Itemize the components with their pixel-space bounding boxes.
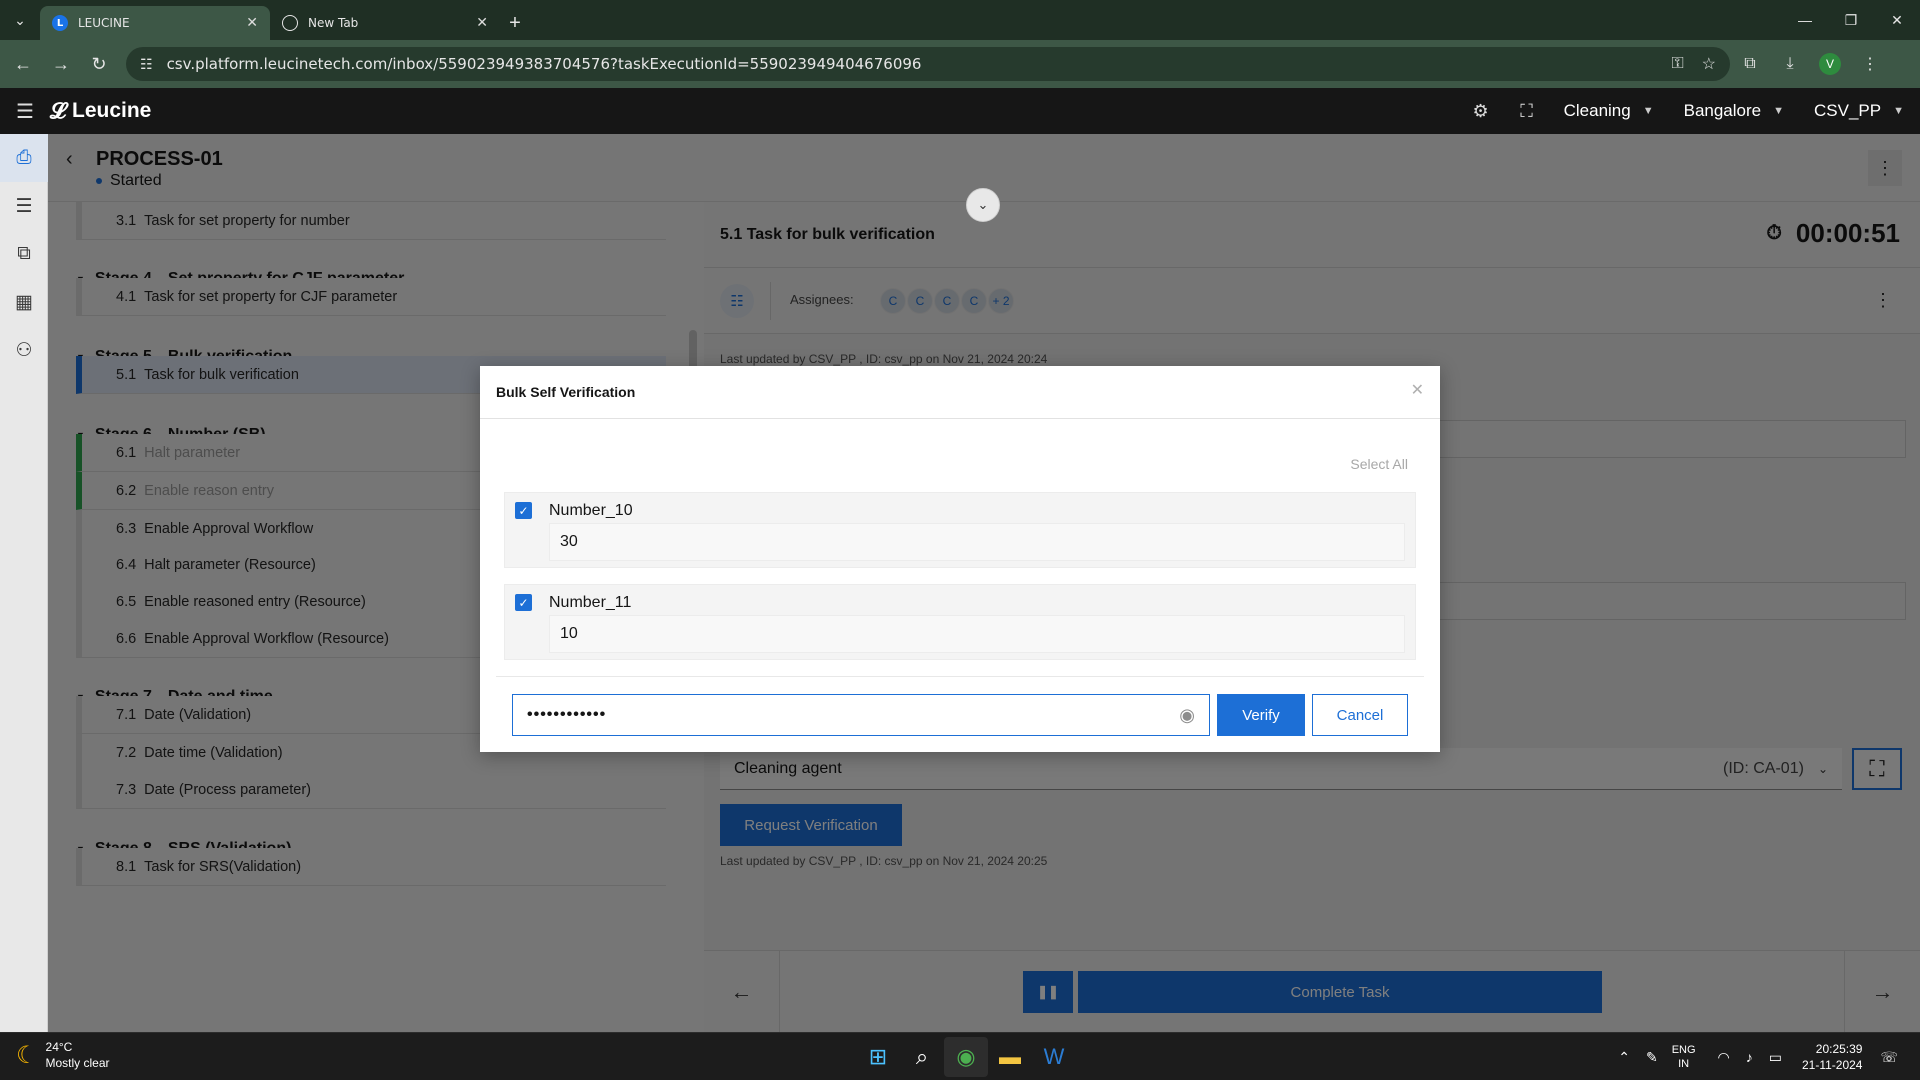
- taskbar-apps: ⊞ ⌕ ◉ ▬ W: [856, 1033, 1076, 1080]
- parameter-value: 10: [549, 615, 1405, 653]
- weather-widget[interactable]: ☾ 24°C Mostly clear: [16, 1039, 110, 1071]
- eye-icon[interactable]: ◉: [1179, 705, 1195, 726]
- brand-logo: 𝓛 Leucine: [50, 98, 151, 124]
- url-text[interactable]: csv.platform.leucinetech.com/inbox/55902…: [167, 55, 1654, 73]
- pen-menu-icon[interactable]: ✎: [1646, 1049, 1658, 1066]
- weather-text: Mostly clear: [45, 1056, 110, 1070]
- hamburger-menu-icon[interactable]: ☰: [0, 99, 50, 124]
- app-header: ☰ 𝓛 Leucine ⚙ ⛶ Cleaning ▼ Bangalore ▼ CSV…: [0, 88, 1920, 134]
- calendar-icon[interactable]: ▦: [0, 278, 48, 326]
- scan-icon[interactable]: ⛶: [1504, 101, 1550, 122]
- moon-cloud-icon: ☾: [16, 1041, 38, 1069]
- chevron-up-icon[interactable]: ⌃: [1618, 1049, 1630, 1066]
- parameter-name: Number_10: [549, 502, 633, 519]
- extensions-icon[interactable]: ⧉: [1730, 47, 1770, 81]
- os-taskbar: ☾ 24°C Mostly clear ⊞ ⌕ ◉ ▬ W ⌃ ✎ ENG IN…: [0, 1032, 1920, 1080]
- browser-menu-icon[interactable]: ⋮: [1850, 47, 1890, 81]
- window-controls: — ❐ ✕: [1782, 0, 1920, 40]
- browser-tab-bar: ⌄ L LEUCINE ✕ New Tab ✕ + — ❐ ✕: [0, 0, 1920, 40]
- reload-icon[interactable]: ↻: [84, 49, 114, 79]
- tab-title: New Tab: [308, 16, 359, 30]
- forward-icon[interactable]: →: [46, 49, 76, 79]
- profile-avatar[interactable]: V: [1810, 47, 1850, 81]
- collapse-header-chevron-icon[interactable]: ⌄: [966, 188, 1000, 222]
- parameter-checkbox[interactable]: ✓: [515, 502, 532, 519]
- chevron-down-icon: ▼: [1773, 105, 1785, 117]
- browser-toolbar: ← → ↻ ☷ csv.platform.leucinetech.com/inb…: [0, 40, 1920, 88]
- browser-tab-leucine[interactable]: L LEUCINE ✕: [40, 6, 270, 40]
- chrome-icon[interactable]: ◉: [944, 1037, 988, 1077]
- close-window-icon[interactable]: ✕: [1874, 0, 1920, 40]
- new-tab-button[interactable]: +: [500, 6, 530, 40]
- parameter-name: Number_11: [549, 594, 632, 611]
- left-nav-rail: ⎙ ☰ ⧉ ▦ ⚇: [0, 134, 48, 1032]
- checkmark-icon: ✓: [518, 503, 529, 518]
- settings-gear-icon[interactable]: ⚙: [1458, 101, 1504, 122]
- facility-selector[interactable]: Cleaning ▼: [1564, 101, 1654, 121]
- modal-title: Bulk Self Verification: [496, 384, 636, 400]
- back-icon[interactable]: ←: [8, 49, 38, 79]
- bookmark-star-icon[interactable]: ☆: [1702, 54, 1716, 74]
- clock[interactable]: 20:25:39 21-11-2024: [1802, 1041, 1863, 1073]
- file-explorer-icon[interactable]: ▬: [988, 1037, 1032, 1077]
- system-tray: ⌃ ✎ ENG IN ◠ ♪ ▭ 20:25:39 21-11-2024 ☏: [1610, 1033, 1906, 1080]
- parameter-checkbox[interactable]: ✓: [515, 594, 532, 611]
- chevron-down-icon: ▼: [1642, 105, 1654, 117]
- location-selector[interactable]: Bangalore ▼: [1684, 101, 1784, 121]
- site-info-icon[interactable]: ☷: [140, 56, 153, 73]
- restore-icon[interactable]: ❐: [1828, 0, 1874, 40]
- download-icon[interactable]: ⤓: [1770, 47, 1810, 81]
- browser-tab-new-tab[interactable]: New Tab ✕: [270, 6, 500, 40]
- address-bar[interactable]: ☷ csv.platform.leucinetech.com/inbox/559…: [126, 47, 1730, 81]
- windows-start-icon[interactable]: ⊞: [856, 1037, 900, 1077]
- checkmark-icon: ✓: [518, 595, 529, 610]
- wifi-icon[interactable]: ◠: [1718, 1049, 1730, 1066]
- hierarchy-icon[interactable]: ⚇: [0, 326, 48, 374]
- select-all-link[interactable]: Select All: [1350, 456, 1408, 472]
- tab-search-icon[interactable]: ⌄: [0, 0, 40, 40]
- notifications-icon[interactable]: ☏: [1880, 1049, 1898, 1066]
- password-value[interactable]: ••••••••••••: [527, 706, 1179, 724]
- chevron-down-icon: ▼: [1893, 105, 1904, 117]
- search-icon[interactable]: ⌕: [900, 1037, 944, 1077]
- language-indicator[interactable]: ENG IN: [1672, 1043, 1696, 1071]
- parameter-card: ✓ Number_10 30: [504, 492, 1416, 568]
- ontology-icon[interactable]: ⧉: [0, 230, 48, 278]
- battery-icon[interactable]: ▭: [1769, 1049, 1782, 1066]
- word-icon[interactable]: W: [1032, 1037, 1076, 1077]
- minimize-icon[interactable]: —: [1782, 0, 1828, 40]
- inbox-icon[interactable]: ⎙: [0, 134, 48, 182]
- user-selector[interactable]: CSV_PP ▼: [1814, 101, 1904, 121]
- cancel-button[interactable]: Cancel: [1312, 694, 1408, 736]
- close-icon[interactable]: ✕: [1411, 380, 1424, 400]
- checklist-icon[interactable]: ☰: [0, 182, 48, 230]
- divider: [496, 676, 1424, 677]
- volume-icon[interactable]: ♪: [1746, 1049, 1753, 1065]
- temperature: 24°C: [45, 1040, 73, 1054]
- leucine-logo-icon: 𝓛: [50, 98, 66, 123]
- password-key-icon[interactable]: ⚿: [1671, 55, 1683, 73]
- close-tab-icon[interactable]: ✕: [476, 15, 488, 31]
- password-input[interactable]: •••••••••••• ◉: [512, 694, 1210, 736]
- parameter-value: 30: [549, 523, 1405, 561]
- leucine-favicon-icon: L: [52, 15, 68, 31]
- tab-title: LEUCINE: [78, 16, 130, 30]
- close-tab-icon[interactable]: ✕: [246, 15, 258, 31]
- globe-icon: [282, 15, 298, 31]
- parameter-card: ✓ Number_11 10: [504, 584, 1416, 660]
- bulk-self-verification-modal: Bulk Self Verification ✕ Select All ✓ Nu…: [480, 366, 1440, 752]
- verify-button[interactable]: Verify: [1217, 694, 1305, 736]
- divider: [480, 418, 1440, 419]
- brand-name: Leucine: [72, 99, 152, 122]
